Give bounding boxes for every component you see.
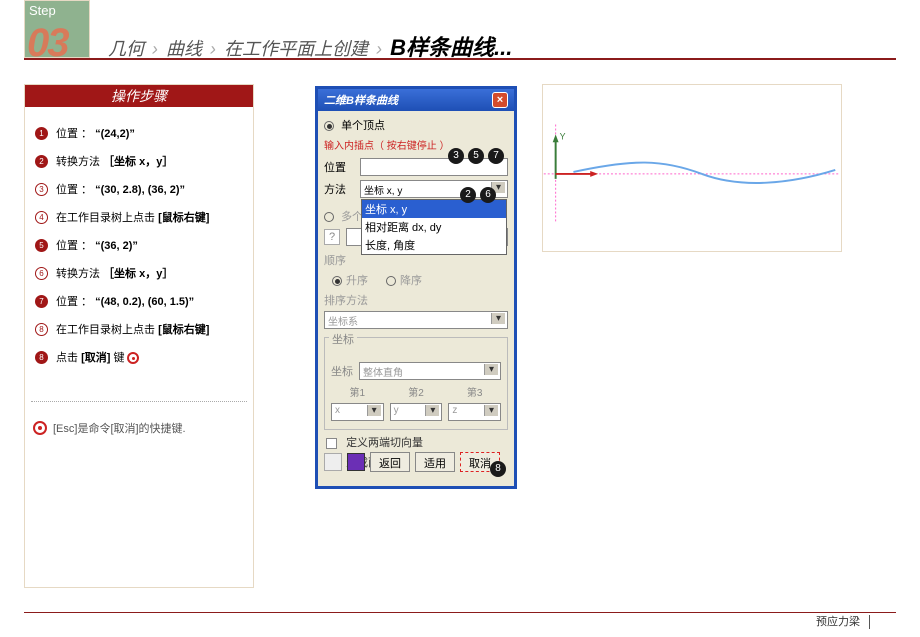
step-bullet: 8 [35,323,48,336]
preview-svg: Y [543,85,841,251]
callout-badge: 2 [460,187,476,203]
step-row: 1 位置 ： “(24,2)” [35,125,245,141]
radio-icon [386,276,396,286]
step-row: 7 位置 ： “(48, 0.2), (60, 1.5)” [35,293,245,309]
v2: y [390,403,443,421]
svg-text:Y: Y [560,131,566,141]
radio-icon [324,121,334,131]
sort-method-label: 排序方法 [324,292,508,308]
target-icon [127,352,139,364]
step-row: 4 在工作目录树上点击 [鼠标右键] [35,209,245,225]
radio-icon [324,212,334,222]
tool-color-icon[interactable] [347,453,365,471]
chevron-right-icon: › [152,39,158,59]
field-pos-label: 位置 [324,159,360,175]
dropdown-item[interactable]: 长度, 角度 [362,236,506,254]
divider-dashed [31,401,247,402]
back-button[interactable]: 返回 [370,452,410,472]
step-number: 03 [27,23,68,63]
footer-text: 预应力梁 [816,613,860,629]
apply-button[interactable]: 适用 [415,452,455,472]
col3: 第3 [467,384,483,399]
radio-single[interactable]: 单个顶点 [324,117,508,133]
radio-single-label: 单个顶点 [341,120,385,132]
header-rule [24,58,896,60]
method-dropdown: 坐标 x, y 相对距离 dx, dy 长度, 角度 [361,199,507,255]
target-icon [33,421,47,435]
step-row: 3 位置 ： “(30, 2.8), (36, 2)” [35,181,245,197]
col1: 第1 [350,384,366,399]
instructions-title: 操作步骤 [25,85,253,107]
coord-grp-label: 坐标 [329,331,357,347]
dialog-title: 二维B样条曲线 [324,92,398,108]
crumb-last: B样条曲线... [390,35,512,60]
dropdown-item[interactable]: 坐标 x, y [362,200,506,218]
crumb-1: 曲线 [166,39,202,59]
step-text: 转换方法 ［坐标 x，y］ [56,153,245,169]
step-bullet: 4 [35,211,48,224]
radio-asc: 升序 [332,272,368,288]
note-row: [Esc]是命令[取消]的快捷键. [25,416,253,440]
crumb-0: 几何 [108,39,144,59]
help-icon[interactable]: ? [324,229,340,245]
check-tangent[interactable]: 定义两端切向量 [326,434,506,450]
step-text: 转换方法 ［坐标 x，y］ [56,265,245,281]
coord-combo: 整体直角 [359,362,501,380]
checkbox-icon [326,438,337,449]
chevron-right-icon: › [376,39,382,59]
step-row: 8 点击 [取消] 键 [35,349,245,365]
note-text: [Esc]是命令[取消]的快捷键. [53,420,186,436]
step-label: Step [29,3,85,18]
step-box: Step 03 [24,0,90,58]
step-text: 位置 ： “(48, 0.2), (60, 1.5)” [56,293,245,309]
step-text: 在工作目录树上点击 [鼠标右键] [56,209,245,225]
footer-divider [869,615,870,629]
step-bullet: 7 [35,295,48,308]
step-row: 6 转换方法 ［坐标 x，y］ [35,265,245,281]
step-bullet: 6 [35,267,48,280]
step-text: 位置 ： “(36, 2)” [56,237,245,253]
step-text: 点击 [取消] 键 [56,349,245,365]
v3: z [448,403,501,421]
radio-desc: 降序 [386,272,422,288]
step-bullet: 8 [35,351,48,364]
preview-panel: Y [542,84,842,252]
coord-label: 坐标 [331,363,353,379]
close-button[interactable]: × [492,92,508,108]
dialog-titlebar[interactable]: 二维B样条曲线 × [318,89,514,111]
position-input[interactable] [360,158,508,176]
button-bar: 返回 适用 取消 [324,452,508,472]
step-text: 位置 ： “(24,2)” [56,125,245,141]
v1: x [331,403,384,421]
step-row: 2 转换方法 ［坐标 x，y］ [35,153,245,169]
step-bullet: 3 [35,183,48,196]
step-text: 位置 ： “(30, 2.8), (36, 2)” [56,181,245,197]
step-row: 8 在工作目录树上点击 [鼠标右键] [35,321,245,337]
coord-group: 坐标 坐标 整体直角 第1 第2 第3 x y z [324,337,508,430]
step-bullet: 2 [35,155,48,168]
chevron-right-icon: › [210,39,216,59]
radio-icon [332,276,342,286]
callout-badge: 5 [468,148,484,164]
sort-method-combo: 坐标系 [324,311,508,329]
step-bullet: 1 [35,127,48,140]
spline-dialog: 二维B样条曲线 × 单个顶点 输入内插点（ 按右键停止 ） 位置 方法 坐标 x… [315,86,517,489]
tool-icon[interactable] [324,453,342,471]
instructions-panel: 操作步骤 1 位置 ： “(24,2)” 2 转换方法 ［坐标 x，y］ 3 位置 ：… [24,84,254,588]
footer-rule [24,612,896,613]
field-method-label: 方法 [324,181,360,197]
dropdown-item[interactable]: 相对距离 dx, dy [362,218,506,236]
callout-badge: 6 [480,187,496,203]
callout-badge: 8 [490,461,506,477]
crumb-2: 在工作平面上创建 [224,39,368,59]
step-text: 在工作目录树上点击 [鼠标右键] [56,321,245,337]
step-bullet: 5 [35,239,48,252]
step-row: 5 位置 ： “(36, 2)” [35,237,245,253]
callout-badge: 7 [488,148,504,164]
col2: 第2 [408,384,424,399]
callout-badge: 3 [448,148,464,164]
